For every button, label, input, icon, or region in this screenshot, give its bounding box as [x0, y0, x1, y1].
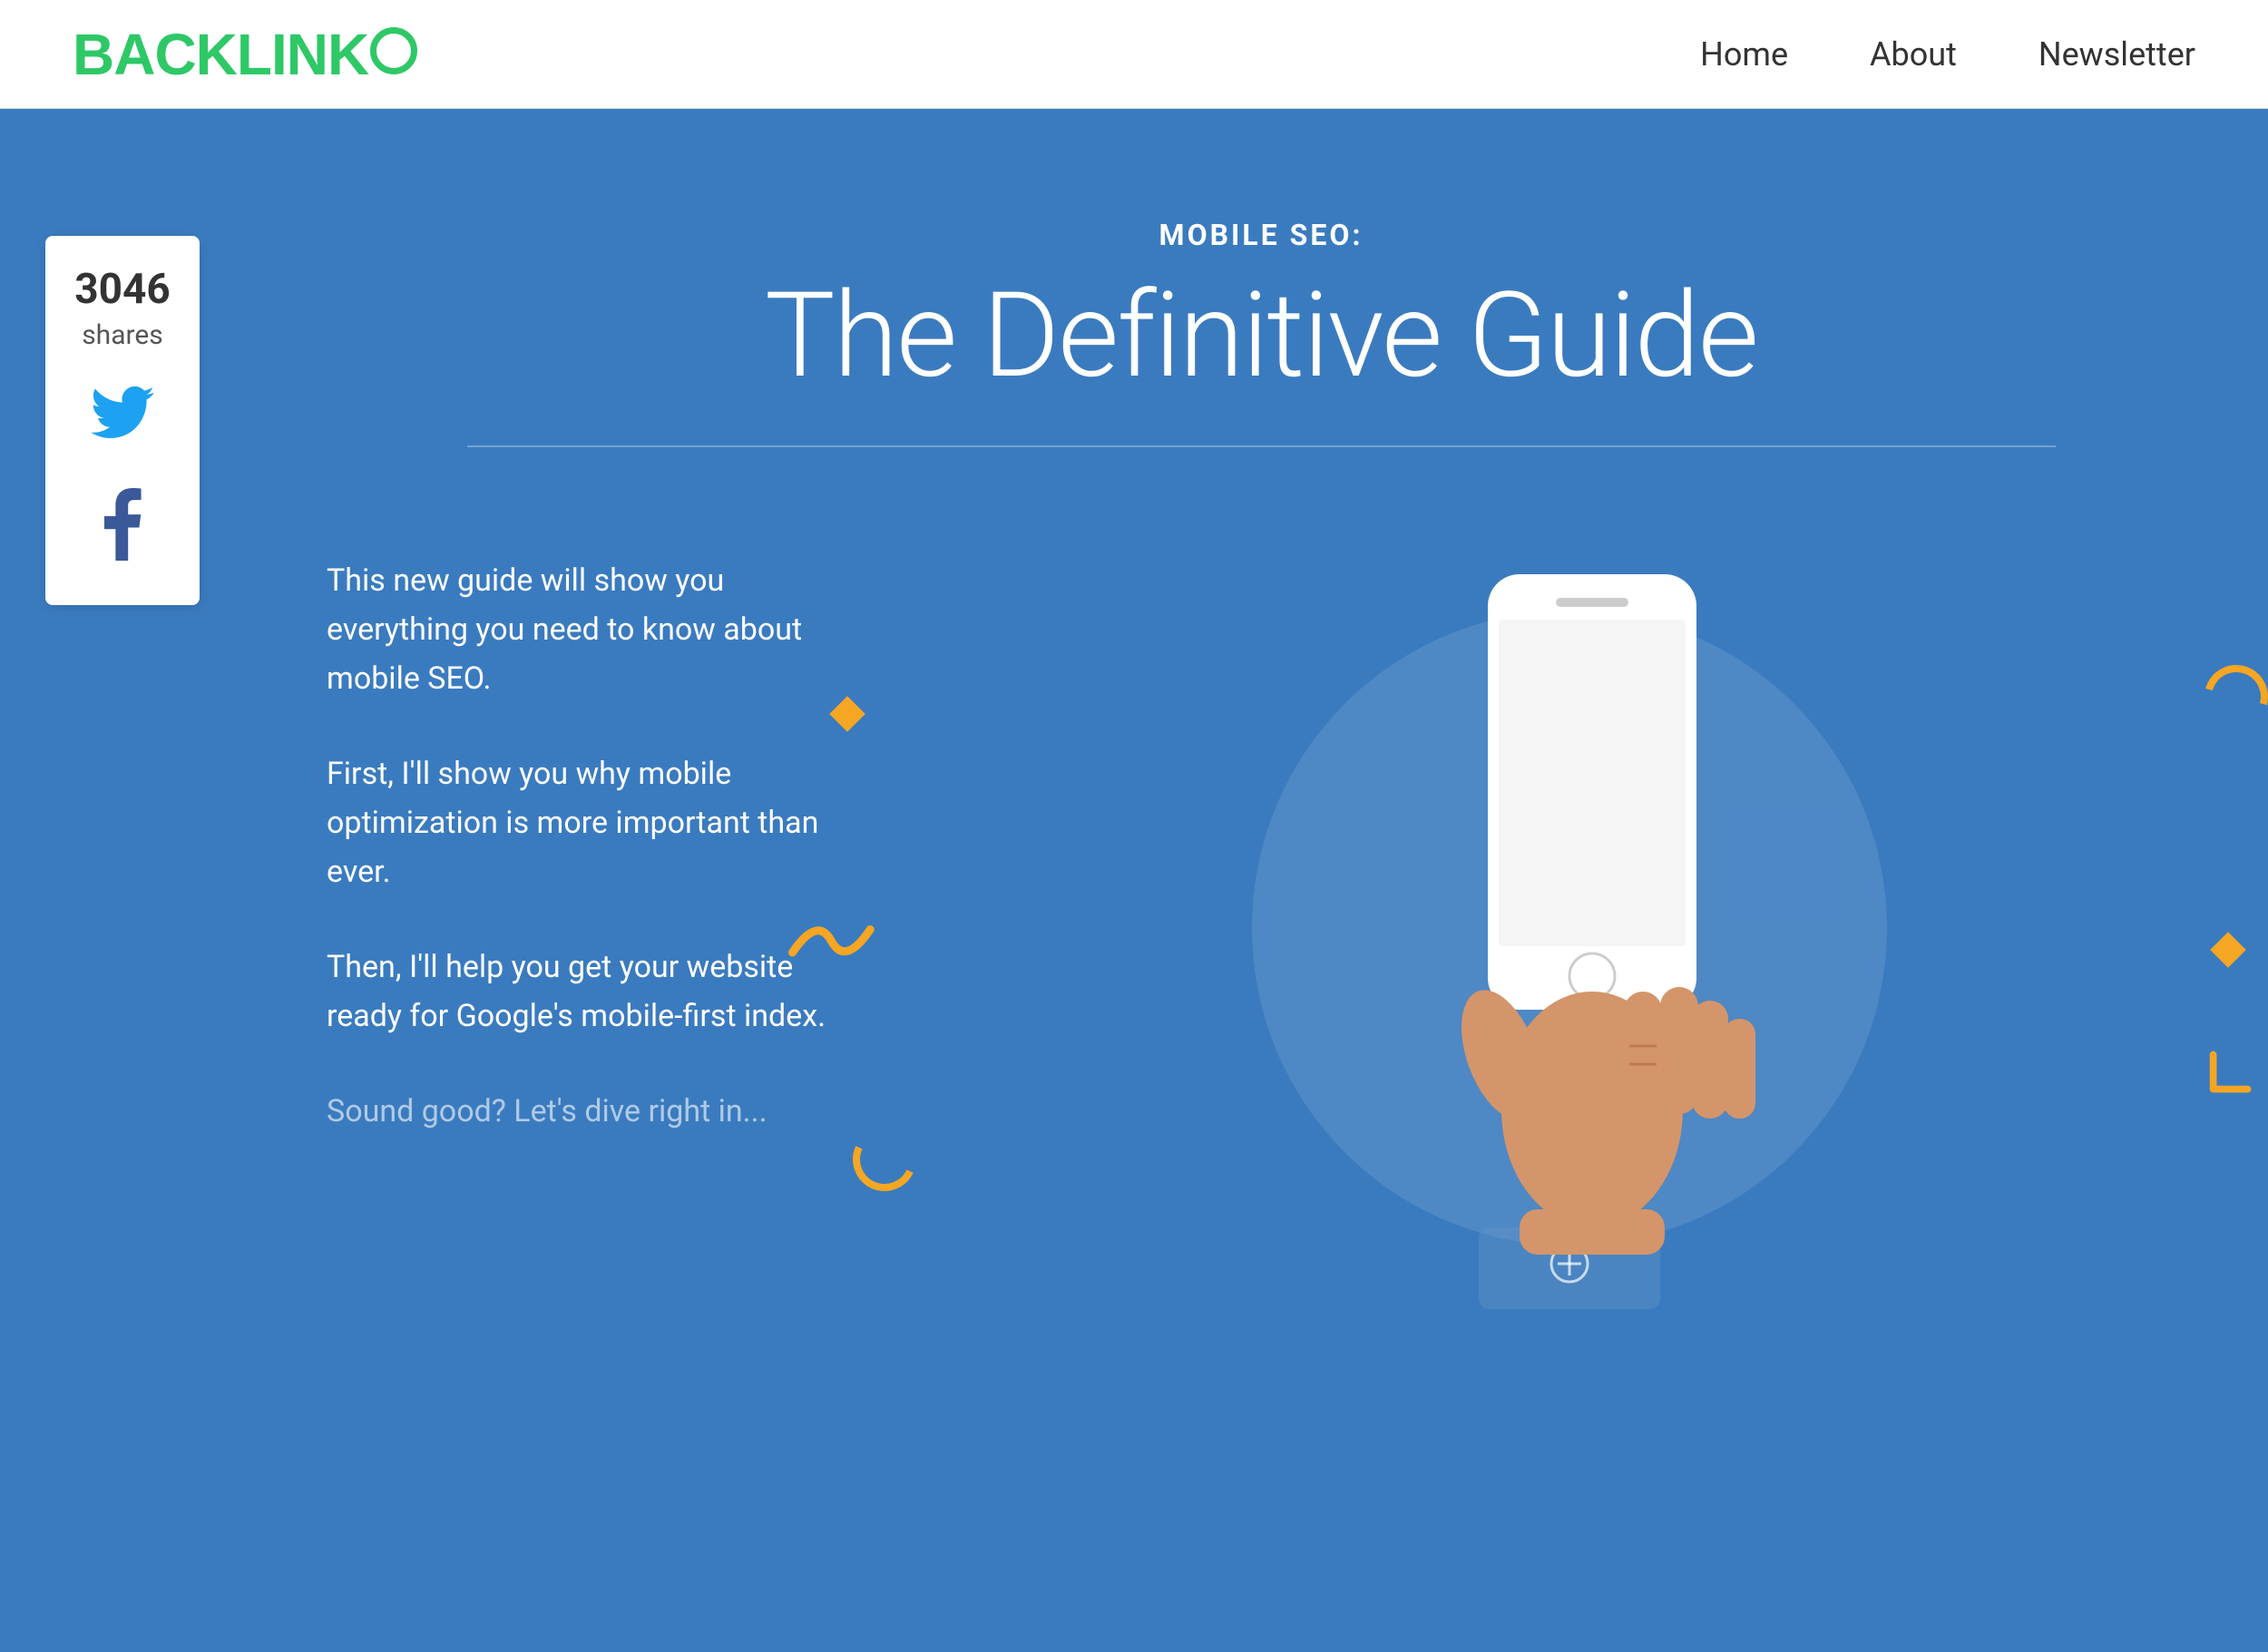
deco-diamond-2	[2210, 932, 2246, 968]
deco-squiggle	[783, 902, 885, 993]
hero-content: MOBILE SEO: The Definitive Guide	[327, 200, 2195, 447]
nav-home[interactable]: Home	[1700, 35, 1788, 73]
nav-about[interactable]: About	[1870, 35, 1957, 73]
deco-curl-top	[2193, 653, 2268, 740]
hero-title: The Definitive Guide	[327, 270, 2195, 400]
facebook-share-button[interactable]	[77, 487, 168, 578]
share-count-container: 3046 shares	[74, 263, 171, 353]
share-sidebar: 3046 shares	[45, 236, 200, 605]
nav-newsletter[interactable]: Newsletter	[2038, 35, 2195, 73]
twitter-share-button[interactable]	[77, 375, 168, 465]
twitter-icon	[91, 386, 154, 455]
hero-paragraph-1: This new guide will show you everything …	[327, 556, 871, 704]
share-label: shares	[82, 319, 163, 351]
logo-text: BACKLINK	[73, 21, 368, 88]
site-header: BACKLINK Home About Newsletter	[0, 0, 2268, 109]
hero-subtitle: MOBILE SEO:	[327, 218, 2195, 252]
deco-corner	[2204, 1047, 2268, 1100]
hero-text-block: This new guide will show you everything …	[327, 520, 871, 1182]
hero-divider	[467, 445, 2056, 447]
hero-paragraph-2: First, I'll show you why mobile optimiza…	[327, 749, 871, 897]
hero-section: 3046 shares MOBILE SEO: The Definitive G…	[0, 109, 2268, 1652]
main-nav: Home About Newsletter	[1700, 35, 2195, 73]
facebook-icon	[103, 488, 142, 577]
phone-hand-svg	[1343, 547, 1796, 1255]
site-logo[interactable]: BACKLINK	[73, 21, 417, 88]
hero-body: This new guide will show you everything …	[327, 520, 2195, 1336]
logo-o-circle	[370, 27, 417, 74]
share-number: 3046	[74, 263, 171, 318]
hero-paragraph-4: Sound good? Let's dive right in...	[327, 1087, 871, 1136]
phone-illustration	[943, 520, 2195, 1336]
